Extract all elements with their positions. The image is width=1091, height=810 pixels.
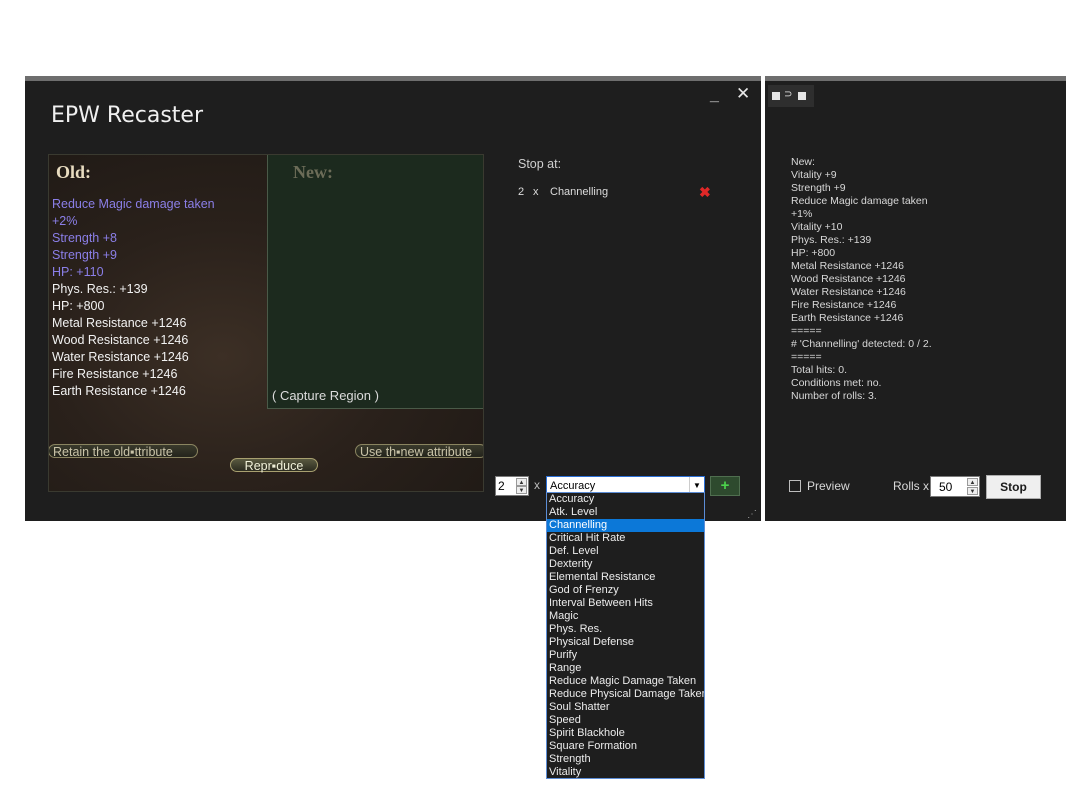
dropdown-option[interactable]: Range bbox=[547, 662, 704, 675]
dropdown-option[interactable]: Accuracy bbox=[547, 493, 704, 506]
old-attribute-line: HP: +800 bbox=[52, 299, 105, 313]
old-attribute-line: Phys. Res.: +139 bbox=[52, 282, 148, 296]
rolls-stepper[interactable]: 50 ▲ ▼ bbox=[930, 476, 980, 497]
spin-up-icon[interactable]: ▲ bbox=[967, 478, 978, 486]
game-capture-view: Old: Reduce Magic damage taken +2% Strengt… bbox=[48, 154, 484, 492]
dropdown-option[interactable]: Atk. Level bbox=[547, 506, 704, 519]
stop-at-label: Stop at: bbox=[518, 157, 562, 171]
remove-rule-icon[interactable]: ✖ bbox=[699, 184, 711, 201]
dropdown-option[interactable]: God of Frenzy bbox=[547, 584, 704, 597]
capture-region-label: ( Capture Region ) bbox=[272, 388, 379, 403]
times-label: x bbox=[534, 478, 540, 492]
use-new-attribute-button[interactable]: Use th▪new attribute bbox=[355, 444, 483, 459]
rolls-value: 50 bbox=[939, 480, 953, 494]
dropdown-option[interactable]: Speed bbox=[547, 714, 704, 727]
resize-grip-icon[interactable]: ⋰ bbox=[747, 509, 757, 520]
square-icon[interactable] bbox=[772, 92, 780, 100]
old-attribute-line: Metal Resistance +1246 bbox=[52, 316, 187, 330]
rule-count: 2 bbox=[518, 186, 525, 198]
rule-attribute: Channelling bbox=[550, 186, 609, 198]
recaster-window: EPW Recaster _ ✕ Old: Reduce Magic damag… bbox=[25, 76, 761, 521]
dropdown-option[interactable]: Soul Shatter bbox=[547, 701, 704, 714]
wrap-icon[interactable]: ⊃ bbox=[784, 90, 794, 100]
close-button[interactable]: ✕ bbox=[736, 84, 750, 104]
old-attribute-line: Fire Resistance +1246 bbox=[52, 367, 178, 381]
preview-label: Preview bbox=[807, 479, 850, 493]
attribute-dropdown-list: Accuracy Atk. Level Channelling Critical Hi… bbox=[546, 492, 705, 779]
log-output: New: Vitality +9 Strength +9 Reduce Magi… bbox=[791, 156, 932, 402]
log-window: ⊃ New: Vitality +9 Strength +9 Reduce Ma… bbox=[765, 76, 1066, 521]
dropdown-option[interactable]: Magic bbox=[547, 610, 704, 623]
dropdown-option[interactable]: Channelling bbox=[547, 519, 704, 532]
rolls-label: Rolls x bbox=[893, 479, 930, 493]
capture-region[interactable]: New: ( Capture Region ) bbox=[267, 155, 483, 409]
old-attribute-line: +2% bbox=[52, 214, 78, 228]
log-toolbar: ⊃ bbox=[768, 85, 814, 107]
dropdown-option[interactable]: Reduce Physical Damage Taken bbox=[547, 688, 704, 701]
old-attribute-line: Earth Resistance +1246 bbox=[52, 384, 186, 398]
old-attribute-line: HP: +110 bbox=[52, 265, 104, 279]
add-rule-button[interactable]: + bbox=[710, 476, 740, 496]
old-attribute-line: Reduce Magic damage taken bbox=[52, 197, 215, 211]
quantity-stepper[interactable]: 2 ▲ ▼ bbox=[495, 476, 529, 496]
dropdown-option[interactable]: Physical Defense bbox=[547, 636, 704, 649]
rule-times: x bbox=[533, 186, 539, 198]
dropdown-option[interactable]: Critical Hit Rate bbox=[547, 532, 704, 545]
dropdown-option[interactable]: Purify bbox=[547, 649, 704, 662]
dropdown-option[interactable]: Spirit Blackhole bbox=[547, 727, 704, 740]
retain-old-attribute-button[interactable]: Retain the old▪ttribute bbox=[49, 444, 198, 459]
dropdown-option[interactable]: Elemental Resistance bbox=[547, 571, 704, 584]
new-title: New: bbox=[293, 162, 333, 182]
dropdown-option[interactable]: Interval Between Hits bbox=[547, 597, 704, 610]
stop-button[interactable]: Stop bbox=[986, 475, 1041, 499]
minimize-button[interactable]: _ bbox=[710, 87, 719, 105]
old-attribute-line: Strength +9 bbox=[52, 248, 117, 262]
reproduce-button[interactable]: Repr▪duce bbox=[230, 458, 318, 473]
dropdown-option[interactable]: Strength bbox=[547, 753, 704, 766]
old-title: Old: bbox=[56, 162, 92, 182]
old-attribute-line: Water Resistance +1246 bbox=[52, 350, 189, 364]
preview-checkbox[interactable] bbox=[789, 480, 801, 492]
app-title: EPW Recaster bbox=[51, 103, 203, 128]
old-attribute-line: Strength +8 bbox=[52, 231, 117, 245]
spin-down-icon[interactable]: ▼ bbox=[516, 486, 527, 494]
dropdown-option[interactable]: Square Formation bbox=[547, 740, 704, 753]
quantity-value: 2 bbox=[498, 479, 505, 493]
spin-down-icon[interactable]: ▼ bbox=[967, 487, 978, 495]
old-attribute-list: Reduce Magic damage taken +2% Strength +8 S… bbox=[52, 196, 215, 400]
dropdown-option[interactable]: Vitality bbox=[547, 766, 704, 778]
dropdown-option[interactable]: Def. Level bbox=[547, 545, 704, 558]
dropdown-option[interactable]: Reduce Magic Damage Taken bbox=[547, 675, 704, 688]
spin-up-icon[interactable]: ▲ bbox=[516, 478, 527, 486]
dropdown-option[interactable]: Phys. Res. bbox=[547, 623, 704, 636]
old-attribute-line: Wood Resistance +1246 bbox=[52, 333, 189, 347]
dropdown-option[interactable]: Dexterity bbox=[547, 558, 704, 571]
attribute-select-value: Accuracy bbox=[550, 480, 596, 492]
square-icon[interactable] bbox=[798, 92, 806, 100]
